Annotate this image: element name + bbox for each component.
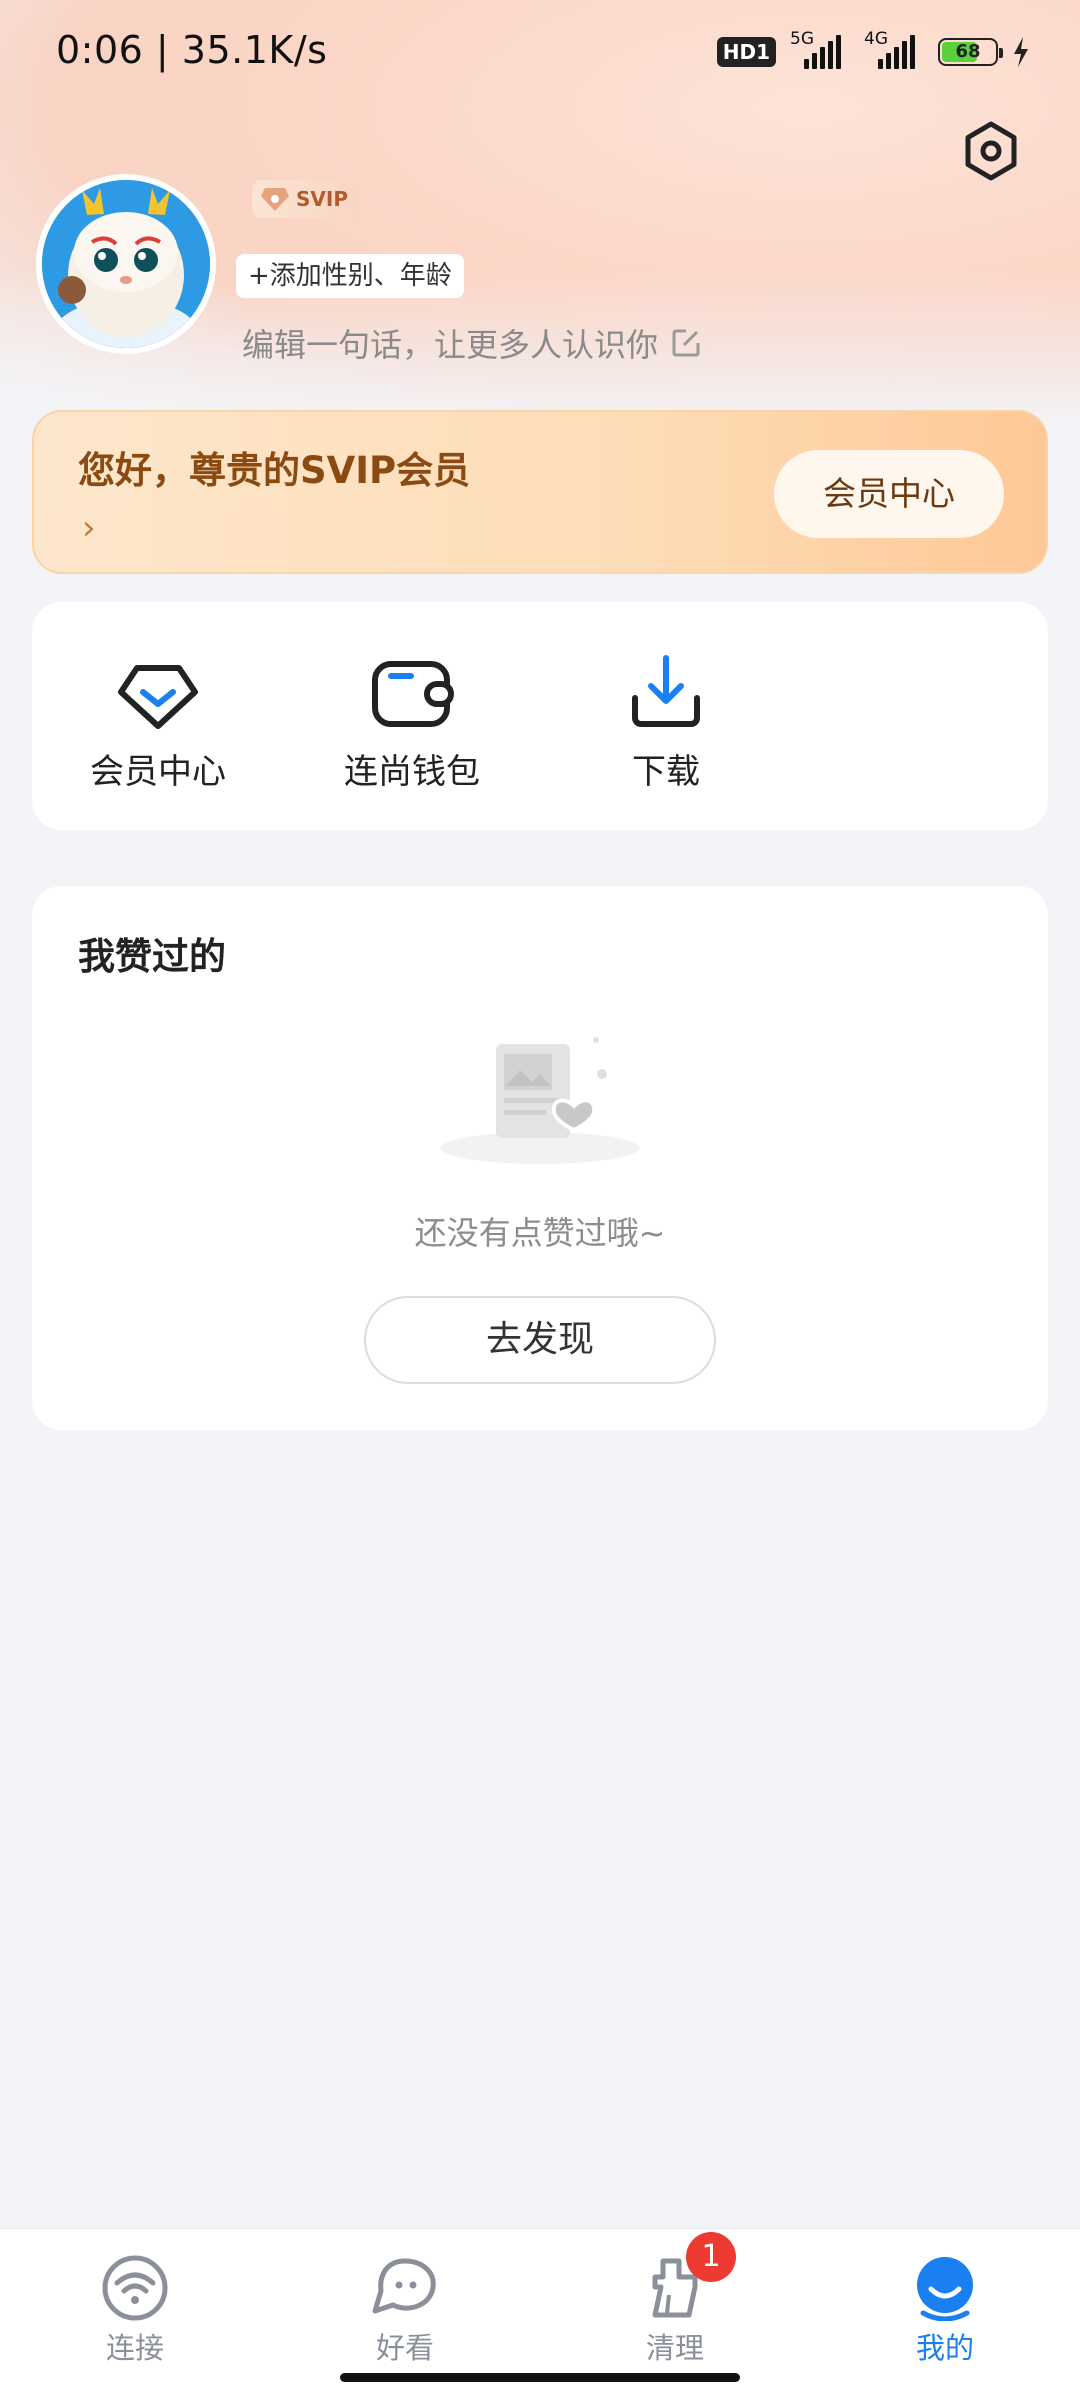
profile-icon (917, 2257, 973, 2321)
chevron-right-icon: › (82, 508, 96, 548)
member-center-button[interactable]: 会员中心 (774, 450, 1004, 538)
signal-4g-icon: 4G (864, 29, 924, 69)
wifi-icon (102, 2255, 168, 2321)
settings-hexagon-icon (965, 121, 1017, 181)
shortcut-member-center[interactable]: 会员中心 (58, 602, 258, 830)
wallet-icon (372, 661, 454, 727)
shortcut-download[interactable]: 下载 (566, 602, 766, 830)
nav-label: 我的 (915, 2331, 974, 2365)
nav-connect[interactable]: 连接 (55, 2255, 215, 2365)
avatar[interactable] (36, 174, 216, 354)
shortcut-wallet[interactable]: 连尚钱包 (312, 602, 512, 830)
liked-title: 我赞过的 (78, 935, 226, 978)
svip-diamond-icon (261, 188, 289, 211)
vip-diamond-icon (118, 665, 198, 729)
add-gender-age-button[interactable]: +添加性别、年龄 (236, 254, 464, 298)
hd-badge: HD1 (716, 37, 776, 67)
svip-tag-label: SVIP (296, 187, 348, 211)
shortcuts-card: 会员中心 连尚钱包 下载 (32, 602, 1048, 830)
bio-placeholder: 编辑一句话，让更多人认识你 (242, 326, 659, 364)
shortcut-label: 下载 (632, 752, 700, 792)
settings-button[interactable] (956, 116, 1026, 186)
battery-icon: 68 (938, 38, 1003, 66)
chat-face-icon (372, 2258, 436, 2314)
home-indicator[interactable] (340, 2373, 740, 2382)
nav-label: 连接 (105, 2331, 164, 2365)
shortcut-label: 会员中心 (90, 752, 226, 792)
svip-greeting: 您好，尊贵的SVIP会员 (78, 449, 471, 492)
bio-edit[interactable]: 编辑一句话，让更多人认识你 (242, 320, 702, 366)
clean-notification-badge: 1 (686, 2232, 736, 2282)
svip-tag[interactable]: SVIP (252, 180, 360, 218)
dragon-mascot-avatar (42, 180, 210, 348)
svip-banner[interactable]: 您好，尊贵的SVIP会员 › 会员中心 (32, 410, 1048, 574)
nav-label: 清理 (645, 2331, 704, 2365)
shortcut-label: 连尚钱包 (344, 752, 480, 792)
empty-text: 还没有点赞过哦~ (414, 1214, 666, 1252)
nav-haokan[interactable]: 好看 (325, 2255, 485, 2365)
discover-button[interactable]: 去发现 (364, 1296, 716, 1384)
edit-icon (672, 329, 700, 357)
nav-label: 好看 (375, 2331, 434, 2365)
liked-card: 我赞过的 还没有点赞过哦~ 去发现 (32, 886, 1048, 1430)
empty-heart-image-icon (440, 1037, 640, 1164)
nav-mine[interactable]: 我的 (865, 2255, 1025, 2365)
signal-5g-icon: 5G (790, 29, 850, 69)
status-time-speed: 0:06 | 35.1K/s (56, 28, 328, 72)
status-icons: HD1 5G 4G 68 (716, 29, 1030, 74)
download-icon (632, 655, 700, 727)
charging-icon (1014, 37, 1028, 67)
